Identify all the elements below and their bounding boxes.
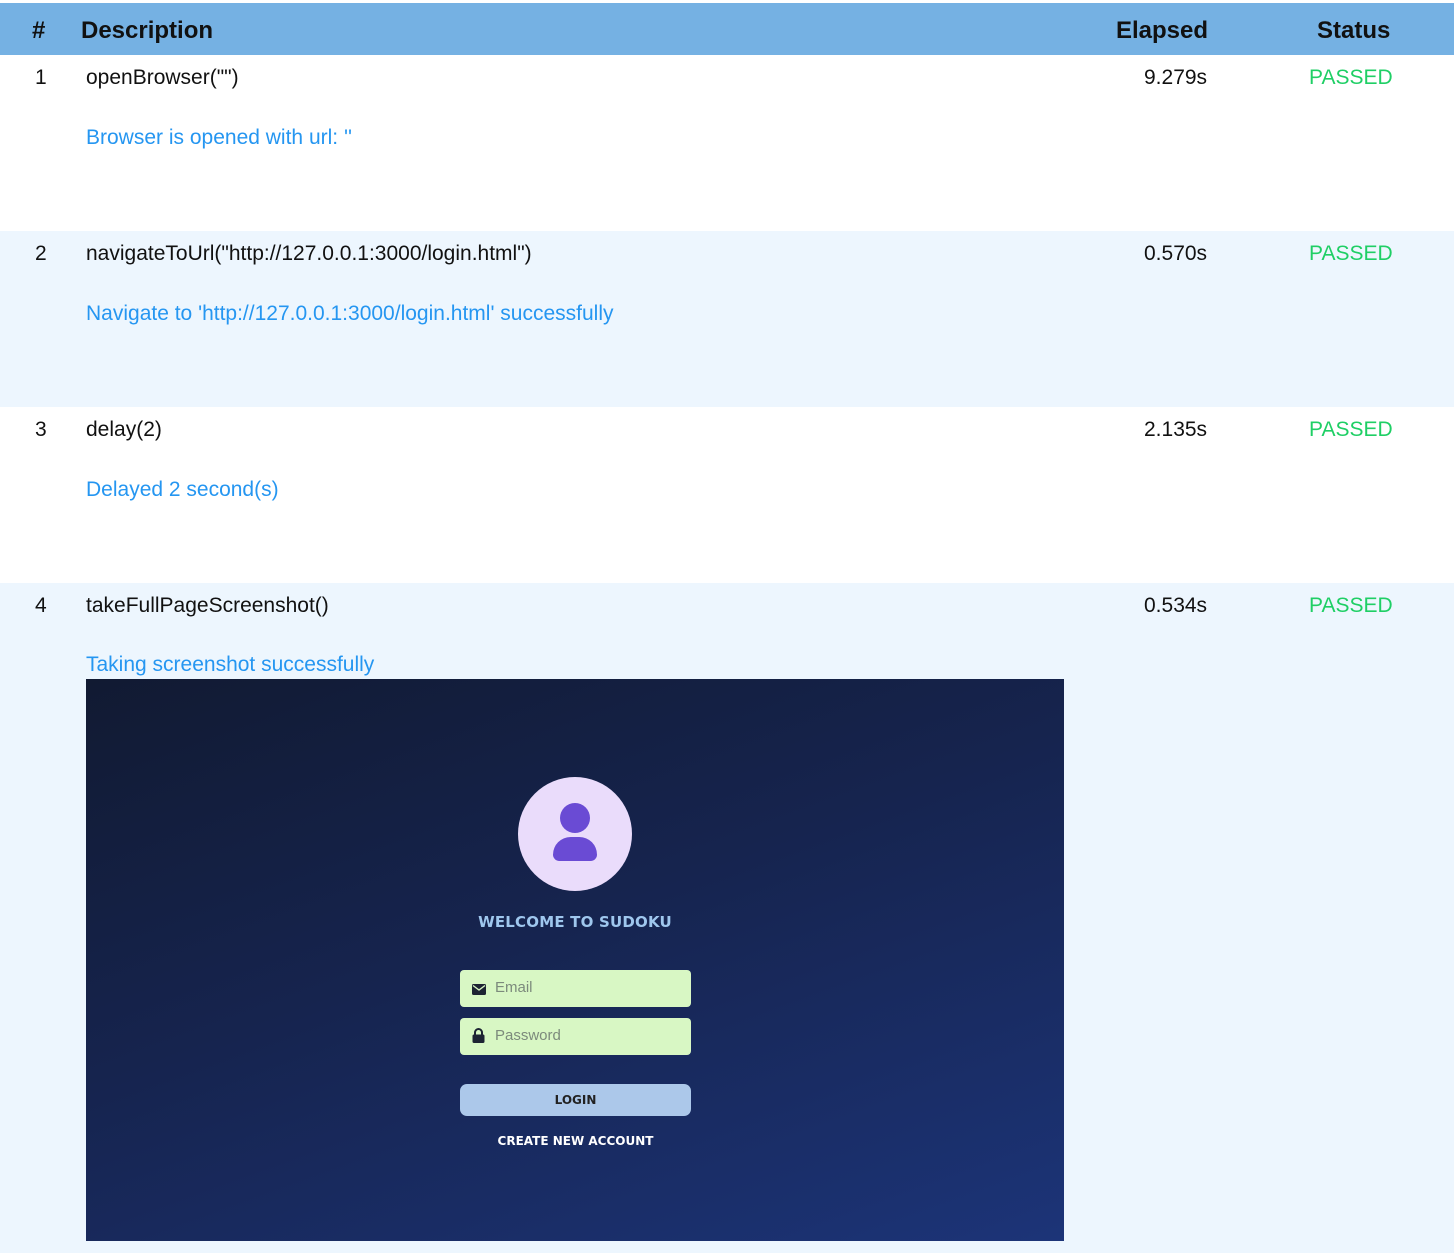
table-row: 3 delay(2) 2.135s PASSED Delayed 2 secon… <box>0 407 1454 583</box>
step-status: PASSED <box>1309 594 1393 617</box>
step-status: PASSED <box>1309 66 1393 89</box>
step-description: takeFullPageScreenshot() <box>86 594 329 617</box>
step-status: PASSED <box>1309 418 1393 441</box>
header-status: Status <box>1317 17 1391 44</box>
login-page-screenshot: WELCOME TO SUDOKU Email Password LOGIN C… <box>86 679 1064 1241</box>
step-number: 3 <box>35 418 47 441</box>
table-header: # Description Elapsed Status <box>0 3 1454 55</box>
step-elapsed: 9.279s <box>1144 66 1208 89</box>
step-number: 4 <box>35 594 47 617</box>
step-description: navigateToUrl("http://127.0.0.1:3000/log… <box>86 242 532 265</box>
step-message: Navigate to 'http://127.0.0.1:3000/login… <box>86 302 614 325</box>
step-status: PASSED <box>1309 242 1393 265</box>
step-number: 1 <box>35 66 47 89</box>
header-description: Description <box>81 17 214 44</box>
step-message: Browser is opened with url: '' <box>86 126 352 149</box>
step-description: delay(2) <box>86 418 162 441</box>
email-field: Email <box>460 970 691 1007</box>
password-field: Password <box>460 1018 691 1055</box>
step-description: openBrowser("") <box>86 66 239 89</box>
header-number: # <box>32 17 46 44</box>
login-button: LOGIN <box>460 1084 691 1116</box>
step-elapsed: 2.135s <box>1144 418 1208 441</box>
user-icon <box>518 777 632 891</box>
avatar-head <box>560 803 590 833</box>
lock-icon <box>472 1028 485 1048</box>
header-elapsed: Elapsed <box>1116 17 1209 44</box>
table-row: 2 navigateToUrl("http://127.0.0.1:3000/l… <box>0 231 1454 407</box>
step-message: Delayed 2 second(s) <box>86 478 279 501</box>
step-number: 2 <box>35 242 47 265</box>
email-placeholder: Email <box>495 979 533 996</box>
step-message: Taking screenshot successfully <box>86 653 375 676</box>
envelope-icon <box>472 982 486 1000</box>
welcome-title: WELCOME TO SUDOKU <box>478 913 672 931</box>
table-row: 1 openBrowser("") 9.279s PASSED Browser … <box>0 55 1454 231</box>
password-placeholder: Password <box>495 1027 561 1044</box>
create-account-link: CREATE NEW ACCOUNT <box>497 1134 654 1148</box>
step-elapsed: 0.570s <box>1144 242 1208 265</box>
step-elapsed: 0.534s <box>1144 594 1208 617</box>
avatar-body <box>553 837 597 861</box>
